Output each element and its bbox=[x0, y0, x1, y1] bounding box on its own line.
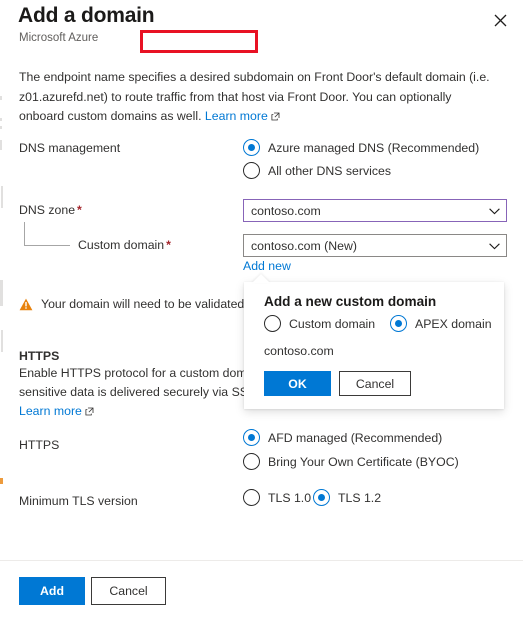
learn-more-link-top[interactable]: Learn more bbox=[205, 109, 268, 123]
required-marker: * bbox=[166, 238, 171, 252]
warning-icon bbox=[19, 298, 33, 314]
add-new-custom-domain-callout: Add a new custom domain Custom domain AP… bbox=[244, 282, 504, 409]
add-a-domain-panel: Add a domain Microsoft Azure The endpoin… bbox=[0, 0, 523, 618]
radio-label: APEX domain bbox=[415, 316, 492, 331]
learn-more-link-https[interactable]: Learn more bbox=[19, 404, 82, 418]
radio-indicator bbox=[243, 453, 260, 470]
radio-indicator bbox=[243, 162, 260, 179]
chevron-down-icon bbox=[489, 204, 500, 218]
learn-more-label: Learn more bbox=[19, 404, 82, 418]
edge-artifact bbox=[0, 118, 2, 121]
radio-label: TLS 1.0 bbox=[268, 490, 312, 505]
radio-indicator bbox=[243, 489, 260, 506]
radio-label: Custom domain bbox=[289, 316, 376, 331]
learn-more-label: Learn more bbox=[204, 109, 268, 123]
radio-bring-your-own-certificate[interactable]: Bring Your Own Certificate (BYOC) bbox=[243, 453, 459, 470]
callout-cancel-label: Cancel bbox=[355, 376, 395, 391]
page-title: Add a domain bbox=[18, 4, 155, 27]
edge-artifact bbox=[1, 330, 3, 352]
dns-zone-value: contoso.com bbox=[251, 203, 321, 218]
radio-azure-managed-dns[interactable]: Azure managed DNS (Recommended) bbox=[243, 139, 479, 156]
radio-indicator bbox=[243, 429, 260, 446]
panel-description: The endpoint name specifies a desired su… bbox=[19, 68, 497, 128]
https-section-title: HTTPS bbox=[19, 349, 60, 363]
close-glyph bbox=[494, 14, 506, 26]
radio-indicator bbox=[390, 315, 407, 332]
radio-label: Azure managed DNS (Recommended) bbox=[268, 140, 480, 155]
edge-artifact bbox=[0, 478, 3, 484]
page-subtitle: Microsoft Azure bbox=[19, 32, 99, 44]
callout-beak bbox=[252, 274, 270, 283]
radio-label: Bring Your Own Certificate (BYOC) bbox=[268, 454, 459, 469]
tree-connector bbox=[24, 222, 70, 246]
callout-domain-value: contoso.com bbox=[264, 344, 334, 358]
custom-domain-label-text: Custom domain bbox=[78, 238, 165, 252]
minimum-tls-version-label: Minimum TLS version bbox=[19, 494, 138, 508]
chevron-down-icon bbox=[489, 239, 500, 253]
radio-all-other-dns-services[interactable]: All other DNS services bbox=[243, 162, 391, 179]
validation-warning-text: Your domain will need to be validated be… bbox=[41, 297, 272, 311]
edge-artifact bbox=[1, 186, 3, 208]
required-marker: * bbox=[77, 203, 82, 217]
external-link-icon bbox=[85, 403, 94, 422]
add-new-link[interactable]: Add new bbox=[243, 259, 291, 273]
dns-zone-label-text: DNS zone bbox=[19, 203, 76, 217]
radio-indicator bbox=[313, 489, 330, 506]
custom-domain-value: contoso.com (New) bbox=[251, 238, 357, 253]
radio-tls-1-0[interactable]: TLS 1.0 bbox=[243, 489, 311, 506]
add-new-label: Add new bbox=[243, 259, 291, 273]
radio-apex-domain[interactable]: APEX domain bbox=[390, 315, 492, 332]
footer-divider bbox=[0, 560, 523, 561]
radio-label: All other DNS services bbox=[268, 163, 392, 178]
close-icon[interactable] bbox=[486, 6, 514, 34]
callout-cancel-button[interactable]: Cancel bbox=[339, 371, 411, 396]
radio-label: AFD managed (Recommended) bbox=[268, 430, 443, 445]
validation-warning: Your domain will need to be validated be… bbox=[19, 297, 272, 314]
cancel-button-label: Cancel bbox=[109, 584, 148, 598]
dns-zone-dropdown[interactable]: contoso.com bbox=[243, 199, 507, 222]
add-button-label: Add bbox=[40, 584, 64, 598]
custom-domain-label: Custom domain * bbox=[78, 238, 171, 252]
dns-zone-label: DNS zone * bbox=[19, 203, 82, 217]
radio-afd-managed[interactable]: AFD managed (Recommended) bbox=[243, 429, 442, 446]
radio-indicator bbox=[243, 139, 260, 156]
https-mode-label: HTTPS bbox=[19, 438, 60, 452]
radio-indicator bbox=[264, 315, 281, 332]
panel-header: Add a domain Microsoft Azure bbox=[0, 0, 523, 56]
callout-ok-label: OK bbox=[288, 376, 307, 391]
dns-management-label: DNS management bbox=[19, 141, 121, 155]
radio-label: TLS 1.2 bbox=[338, 490, 382, 505]
external-link-icon bbox=[271, 108, 280, 128]
cancel-button[interactable]: Cancel bbox=[91, 577, 166, 605]
edge-artifact bbox=[0, 280, 3, 306]
edge-artifact bbox=[0, 96, 2, 100]
add-button[interactable]: Add bbox=[19, 577, 85, 605]
custom-domain-dropdown[interactable]: contoso.com (New) bbox=[243, 234, 507, 257]
edge-artifact bbox=[0, 126, 2, 129]
callout-title: Add a new custom domain bbox=[264, 294, 437, 309]
edge-artifact bbox=[0, 140, 2, 150]
radio-custom-domain[interactable]: Custom domain bbox=[264, 315, 375, 332]
radio-tls-1-2[interactable]: TLS 1.2 bbox=[313, 489, 381, 506]
callout-ok-button[interactable]: OK bbox=[264, 371, 331, 396]
